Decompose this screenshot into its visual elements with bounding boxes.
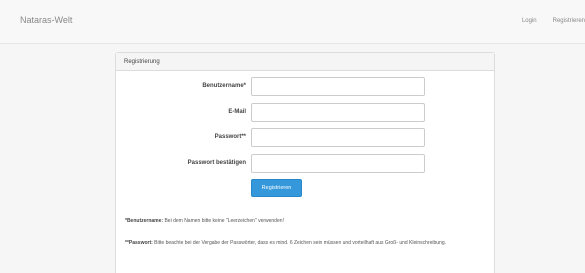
username-note-title: *Benutzername: <box>125 218 164 224</box>
email-row: E-Mail <box>116 103 496 122</box>
email-label: E-Mail <box>228 109 246 115</box>
nav-links: Login Registrieren <box>522 18 585 24</box>
brand-logo-text[interactable]: Nataras-Welt <box>20 15 72 25</box>
password-input[interactable] <box>251 128 425 147</box>
username-note-text: Bei dem Namen bitte keine "Leerzeichen" … <box>163 218 284 224</box>
username-row: Benutzername* <box>116 77 496 96</box>
register-button[interactable]: Registrieren <box>251 179 302 197</box>
login-link[interactable]: Login <box>522 18 537 24</box>
password-note-title: **Passwort: <box>125 240 153 246</box>
register-link[interactable]: Registrieren <box>553 18 585 24</box>
navbar: Nataras-Welt Login Registrieren <box>0 0 585 44</box>
email-input[interactable] <box>251 103 425 122</box>
username-note: *Benutzername: Bei dem Namen bitte keine… <box>125 216 490 226</box>
panel-heading: Registrierung <box>116 53 494 71</box>
password-confirm-row: Passwort bestätigen <box>116 154 496 173</box>
password-note-text: Bitte beachte bei der Vergabe der Passwö… <box>152 240 447 246</box>
password-row: Passwort** <box>116 128 496 147</box>
registration-panel: Registrierung Benutzername* E-Mail Passw… <box>115 52 495 273</box>
username-input[interactable] <box>251 77 425 96</box>
username-label: Benutzername* <box>202 83 246 89</box>
password-confirm-label: Passwort bestätigen <box>187 160 246 166</box>
password-note: **Passwort: Bitte beachte bei der Vergab… <box>125 238 490 248</box>
password-confirm-input[interactable] <box>251 154 425 173</box>
password-label: Passwort** <box>214 134 246 140</box>
